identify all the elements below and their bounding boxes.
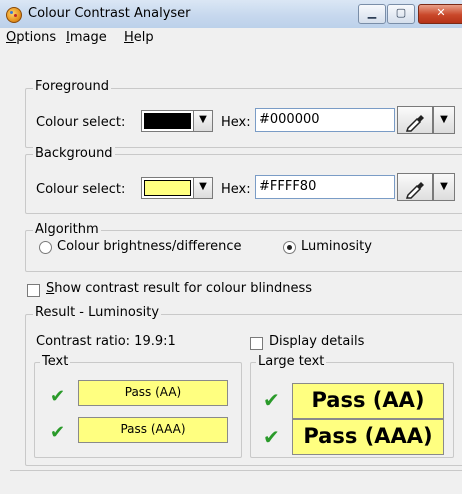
maximize-button[interactable]: ▢ <box>387 4 415 24</box>
text-result-group-title: Text <box>40 354 71 369</box>
background-colour-dropdown[interactable]: ▼ <box>193 177 213 199</box>
colour-blindness-checkbox[interactable] <box>27 284 40 297</box>
background-hex-input[interactable]: #FFFF80 <box>255 175 395 199</box>
background-eyedropper-dropdown[interactable]: ▼ <box>433 173 455 201</box>
menu-options-mnemonic: O <box>6 30 17 45</box>
colour-blindness-text: how contrast result for colour blindness <box>54 281 313 296</box>
menu-help-label: elp <box>133 30 154 45</box>
window-title: Colour Contrast Analyser <box>28 6 191 21</box>
eyedropper-icon <box>405 182 424 199</box>
algorithm-group-title: Algorithm <box>33 222 101 237</box>
result-group-title: Result - Luminosity <box>33 305 162 320</box>
background-swatch <box>144 180 191 196</box>
foreground-group-title: Foreground <box>33 79 112 94</box>
close-button[interactable]: ✕ <box>418 4 462 24</box>
foreground-colour-dropdown[interactable]: ▼ <box>193 110 213 132</box>
menu-image[interactable]: Image <box>66 30 107 45</box>
chevron-down-icon: ▼ <box>440 181 448 192</box>
chevron-down-icon: ▼ <box>199 114 207 125</box>
background-group-title: Background <box>33 146 115 161</box>
check-icon: ✔ <box>50 386 66 407</box>
luminosity-radio[interactable] <box>283 241 296 254</box>
palette-icon <box>6 7 22 23</box>
background-eyedropper-button[interactable] <box>397 173 433 201</box>
check-icon: ✔ <box>263 388 280 412</box>
eyedropper-icon <box>405 115 424 132</box>
display-details-checkbox[interactable] <box>250 337 263 350</box>
foreground-eyedropper-button[interactable] <box>397 106 433 134</box>
text-aa-result: Pass (AA) <box>78 380 228 406</box>
foreground-colour-select-label: Colour select: <box>36 115 126 130</box>
foreground-colour-picker[interactable] <box>141 110 194 132</box>
check-icon: ✔ <box>50 422 66 443</box>
menu-help[interactable]: Help <box>124 30 154 45</box>
background-hex-label: Hex: <box>221 182 251 197</box>
foreground-eyedropper-dropdown[interactable]: ▼ <box>433 106 455 134</box>
close-icon: ✕ <box>436 6 446 19</box>
large-text-aa-result: Pass (AA) <box>292 383 444 419</box>
menu-options-label: ptions <box>16 30 57 45</box>
status-bar <box>10 470 462 494</box>
colour-blindness-label[interactable]: Show contrast result for colour blindnes… <box>46 281 312 296</box>
check-icon: ✔ <box>263 425 280 449</box>
foreground-hex-label: Hex: <box>221 115 251 130</box>
brightness-radio[interactable] <box>39 241 52 254</box>
chevron-down-icon: ▼ <box>440 114 448 125</box>
text-result-group <box>34 362 242 458</box>
menu-image-label: mage <box>69 30 107 45</box>
contrast-ratio-text: Contrast ratio: 19.9:1 <box>36 334 176 349</box>
chevron-down-icon: ▼ <box>199 181 207 192</box>
minimize-button[interactable]: ▁ <box>358 4 386 24</box>
foreground-swatch <box>144 113 191 129</box>
maximize-icon: ▢ <box>395 6 407 19</box>
foreground-hex-input[interactable]: #000000 <box>255 108 395 132</box>
menu-help-mnemonic: H <box>124 30 134 45</box>
background-colour-picker[interactable] <box>141 177 194 199</box>
brightness-radio-label[interactable]: Colour brightness/difference <box>57 239 242 254</box>
minimize-icon: ▁ <box>367 6 377 19</box>
luminosity-radio-label[interactable]: Luminosity <box>301 239 372 254</box>
background-colour-select-label: Colour select: <box>36 182 126 197</box>
text-aaa-result: Pass (AAA) <box>78 417 228 443</box>
large-text-aaa-result: Pass (AAA) <box>292 419 444 455</box>
large-text-result-group-title: Large text <box>256 354 327 369</box>
display-details-label[interactable]: Display details <box>269 334 364 349</box>
menu-options[interactable]: Options <box>6 30 56 45</box>
